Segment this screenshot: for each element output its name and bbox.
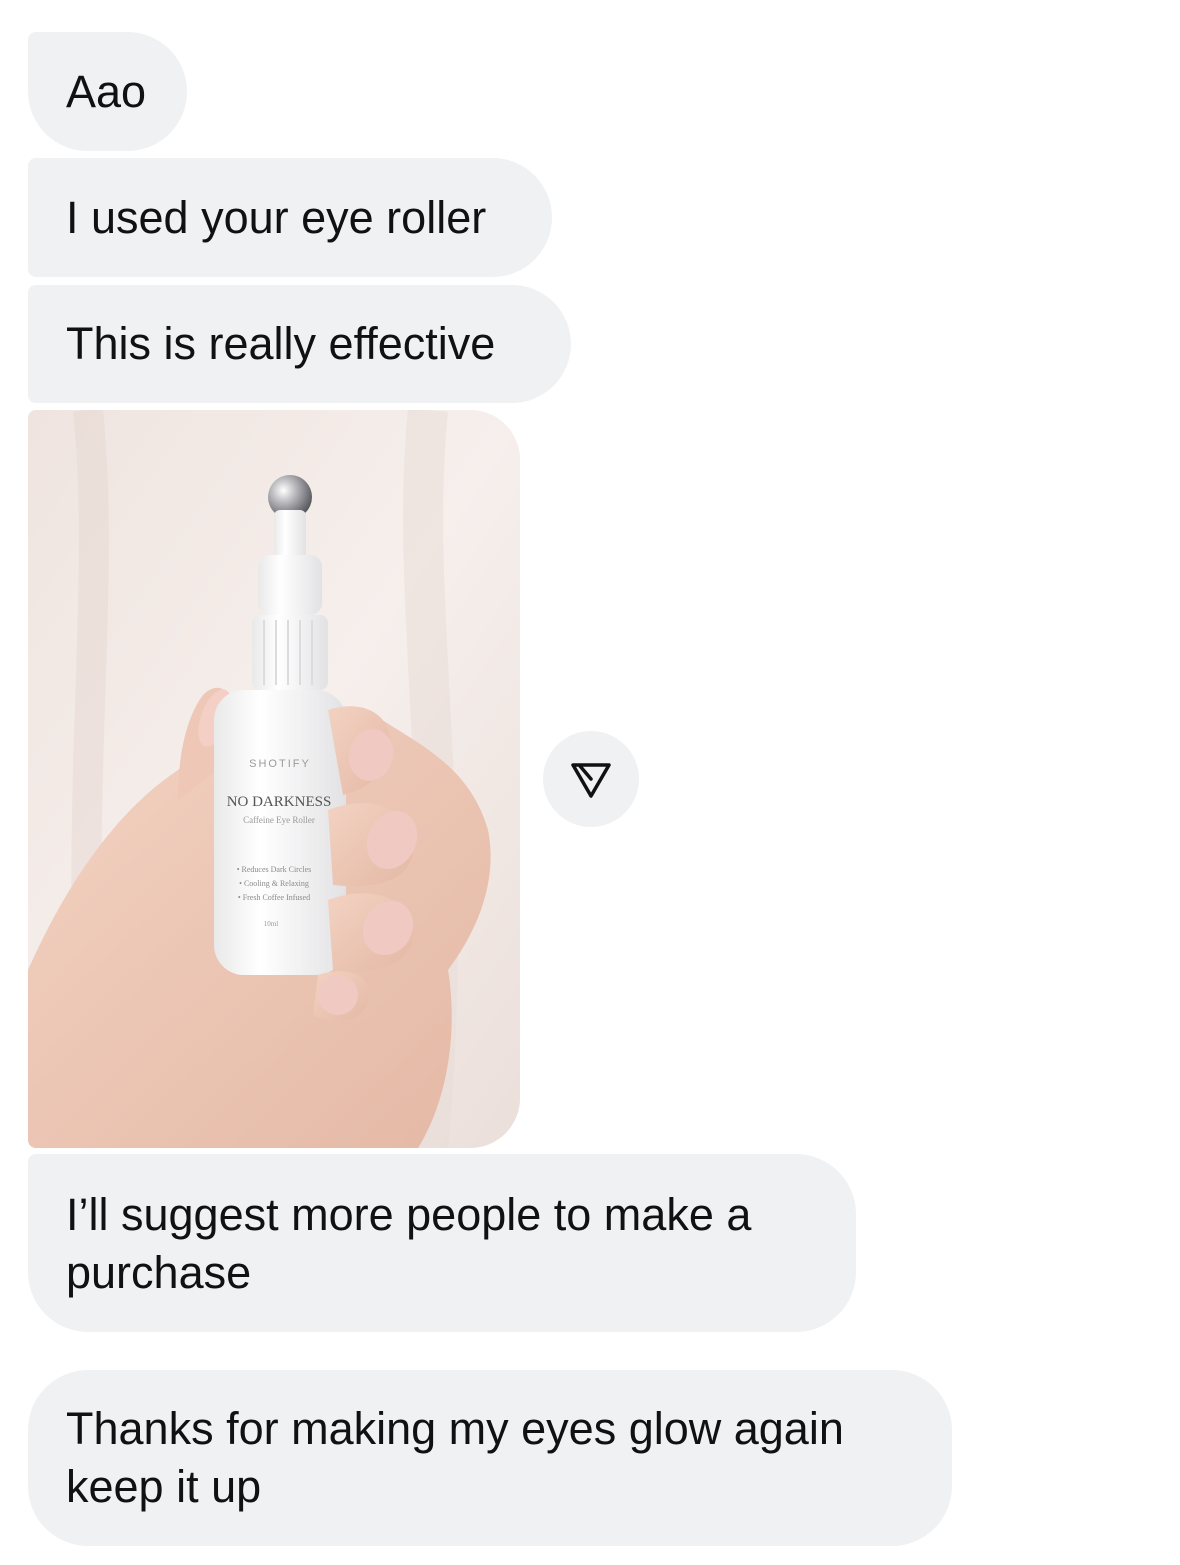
share-send-icon <box>571 763 611 798</box>
volume-label: 10ml <box>264 920 278 928</box>
message-line: I’ll suggest more people to make a <box>66 1189 752 1240</box>
feature-label-1: • Reduces Dark Circles <box>237 865 312 874</box>
message-bubble-3[interactable]: This is really effective <box>28 285 571 403</box>
message-text: I used your eye roller <box>66 191 487 243</box>
share-button[interactable] <box>543 731 639 827</box>
product-name-label: NO DARKNESS <box>227 794 332 810</box>
product-photo: SHOTIFY NO DARKNESS Caffeine Eye Roller … <box>28 410 520 1148</box>
message-line: keep it up <box>66 1461 262 1512</box>
message-text: This is really effective <box>66 318 496 369</box>
message-bubble-1[interactable]: Aao <box>28 32 187 151</box>
feature-label-2: • Cooling & Relaxing <box>239 879 309 888</box>
message-line: purchase <box>66 1247 252 1298</box>
message-bubble-5[interactable]: Thanks for making my eyes glow again kee… <box>28 1370 952 1546</box>
message-photo-attachment[interactable]: SHOTIFY NO DARKNESS Caffeine Eye Roller … <box>28 410 520 1148</box>
message-text: I’ll suggest more people to make a purch… <box>66 1186 751 1302</box>
message-bubble-2[interactable]: I used your eye roller <box>28 158 552 277</box>
message-text: Aao <box>66 65 147 117</box>
message-text: Thanks for making my eyes glow again kee… <box>66 1400 844 1516</box>
product-subtitle-label: Caffeine Eye Roller <box>243 815 315 825</box>
feature-label-3: • Fresh Coffee Infused <box>238 893 310 902</box>
message-line: Thanks for making my eyes glow again <box>66 1403 844 1454</box>
brand-label: SHOTIFY <box>249 758 311 770</box>
message-bubble-4[interactable]: I’ll suggest more people to make a purch… <box>28 1154 856 1332</box>
